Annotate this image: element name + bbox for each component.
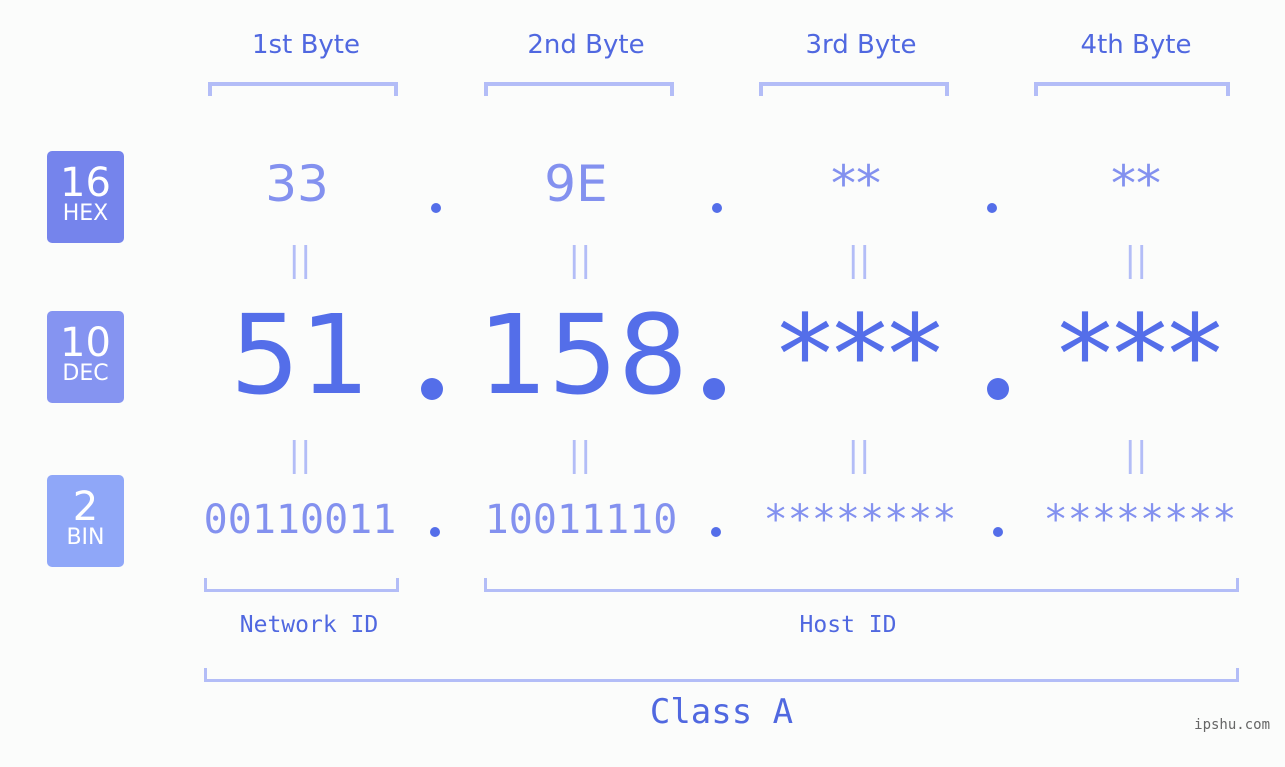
dec-badge-number: 10: [60, 320, 111, 366]
byte-bracket-1: [208, 82, 398, 96]
hex-value-4: **: [1111, 155, 1161, 213]
equals-sign: ||: [847, 435, 871, 475]
network-id-label: Network ID: [239, 612, 379, 638]
hex-separator-dot: [431, 203, 441, 213]
bin-value-3: ********: [763, 497, 957, 543]
class-label: Class A: [649, 692, 794, 732]
dec-badge-label: DEC: [62, 361, 109, 386]
host-id-bracket: [484, 578, 1239, 592]
byte-header-1: 1st Byte: [252, 30, 360, 60]
bin-badge: 2 BIN: [47, 475, 124, 567]
equals-sign: ||: [568, 240, 592, 280]
byte-bracket-4: [1034, 82, 1230, 96]
dec-value-2: 158: [478, 291, 688, 419]
dec-value-3: ***: [777, 291, 943, 419]
hex-separator-dot: [712, 203, 722, 213]
dec-badge: 10 DEC: [47, 311, 124, 403]
bin-separator-dot: [430, 527, 440, 537]
bin-separator-dot: [711, 527, 721, 537]
hex-badge-label: HEX: [62, 201, 109, 226]
equals-sign: ||: [1124, 240, 1148, 280]
byte-header-4: 4th Byte: [1080, 30, 1192, 60]
equals-sign: ||: [568, 435, 592, 475]
bin-value-4: ********: [1043, 497, 1237, 543]
class-bracket: [204, 668, 1239, 682]
watermark: ipshu.com: [1194, 717, 1270, 733]
dec-value-1: 51: [230, 291, 370, 419]
network-id-bracket: [204, 578, 399, 592]
byte-header-3: 3rd Byte: [805, 30, 917, 60]
byte-header-2: 2nd Byte: [527, 30, 645, 60]
hex-value-1: 33: [265, 155, 329, 213]
host-id-label: Host ID: [799, 612, 897, 638]
hex-separator-dot: [987, 203, 997, 213]
bin-badge-label: BIN: [66, 525, 105, 550]
bin-value-2: 10011110: [484, 497, 678, 543]
byte-bracket-3: [759, 82, 949, 96]
bin-value-1: 00110011: [203, 497, 397, 543]
bin-badge-number: 2: [72, 484, 99, 530]
dec-value-4: ***: [1057, 291, 1223, 419]
dec-separator-dot: [703, 378, 725, 400]
equals-sign: ||: [847, 240, 871, 280]
equals-sign: ||: [1124, 435, 1148, 475]
hex-value-3: **: [831, 155, 881, 213]
dec-separator-dot: [987, 378, 1009, 400]
hex-badge: 16 HEX: [47, 151, 124, 243]
hex-badge-number: 16: [60, 160, 111, 206]
dec-separator-dot: [421, 378, 443, 400]
byte-bracket-2: [484, 82, 674, 96]
hex-value-2: 9E: [544, 155, 608, 213]
equals-sign: ||: [288, 435, 312, 475]
equals-sign: ||: [288, 240, 312, 280]
bin-separator-dot: [993, 527, 1003, 537]
